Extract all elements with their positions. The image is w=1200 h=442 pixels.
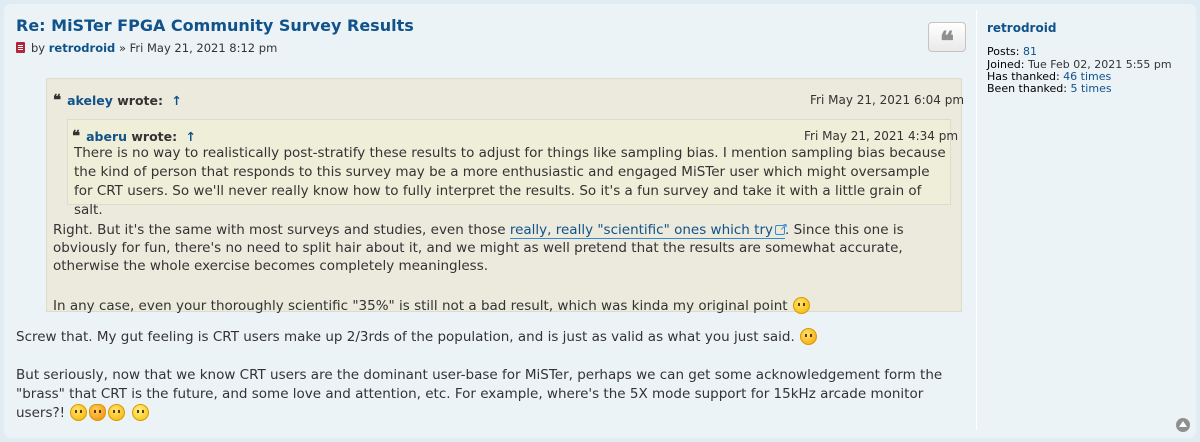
outer-quote-para2: In any case, even your thoroughly scient… xyxy=(53,297,953,315)
been-thanked-label: Been thanked: xyxy=(987,82,1067,95)
inner-quote-arrow-icon[interactable]: ↑ xyxy=(186,129,196,144)
inner-quote-user[interactable]: aberu xyxy=(86,129,127,144)
outer-quote-arrow-icon[interactable]: ↑ xyxy=(171,93,181,108)
meta-by: by xyxy=(31,41,46,55)
outer-quote: ❝ akeley wrote: ↑ Fri May 21, 2021 6:04 p… xyxy=(46,78,965,315)
reply-para1-text: Screw that. My gut feeling is CRT users … xyxy=(16,329,795,345)
post: Re: MiSTer FPGA Community Survey Results… xyxy=(4,4,1196,438)
inner-quote-date: Fri May 21, 2021 4:34 pm xyxy=(804,129,959,143)
tongue-emoji-icon xyxy=(800,328,818,345)
posts-value[interactable]: 81 xyxy=(1023,45,1037,58)
reply-para1: Screw that. My gut feeling is CRT users … xyxy=(16,328,964,346)
inner-quote: ❝ aberu wrote: ↑ Fri May 21, 2021 4:34 pm… xyxy=(67,119,958,218)
wink-emoji-icon xyxy=(70,404,88,421)
post-date: » Fri May 21, 2021 8:12 pm xyxy=(118,41,278,55)
profile-posts: Posts: 81 xyxy=(987,45,1037,58)
profile-name[interactable]: retrodroid xyxy=(987,21,1056,35)
posts-label: Posts: xyxy=(987,45,1020,58)
post-icon[interactable] xyxy=(16,42,25,53)
wink-emoji-icon xyxy=(108,404,126,421)
outer-quote-date: Fri May 21, 2021 6:04 pm xyxy=(810,93,965,107)
cat-emoji-icon xyxy=(89,404,107,421)
outer-para2-text: In any case, even your thoroughly scient… xyxy=(53,298,788,314)
external-link-icon xyxy=(775,219,788,237)
been-thanked-value[interactable]: 5 times xyxy=(1070,82,1111,95)
outer-quote-wrote: wrote: xyxy=(117,93,164,108)
external-link[interactable]: really, really "scientific" ones which t… xyxy=(509,219,788,239)
grin-emoji-icon xyxy=(131,404,149,421)
outer-para1-before: Right. But it's the same with most surve… xyxy=(53,222,510,238)
profile-been-thanked: Been thanked: 5 times xyxy=(987,82,1112,95)
post-meta: by retrodroid » Fri May 21, 2021 8:12 pm xyxy=(16,41,277,55)
back-to-top-icon[interactable] xyxy=(1176,418,1190,432)
quote-icon: ❝ xyxy=(53,91,62,109)
wink-emoji-icon xyxy=(792,297,810,314)
outer-quote-cite: ❝ akeley wrote: ↑ xyxy=(53,91,182,109)
inner-quote-text: There is no way to realistically post-st… xyxy=(74,145,946,218)
external-link-text[interactable]: really, really "scientific" ones which t… xyxy=(510,222,773,238)
reply-para2-text: But seriously, now that we know CRT user… xyxy=(16,367,943,421)
reply-para2: But seriously, now that we know CRT user… xyxy=(16,366,964,423)
outer-quote-user[interactable]: akeley xyxy=(67,93,113,108)
inner-quote-cite: ❝ aberu wrote: ↑ xyxy=(72,127,196,145)
outer-quote-para1: Right. But it's the same with most surve… xyxy=(53,219,953,275)
quote-button[interactable]: ❝ xyxy=(928,22,966,57)
inner-quote-wrote: wrote: xyxy=(131,129,178,144)
quote-icon: ❝ xyxy=(72,127,81,145)
author-profile: retrodroid Posts: 81 Joined: Tue Feb 02,… xyxy=(976,10,1186,430)
post-author[interactable]: retrodroid xyxy=(49,41,116,55)
post-title[interactable]: Re: MiSTer FPGA Community Survey Results xyxy=(16,16,414,35)
